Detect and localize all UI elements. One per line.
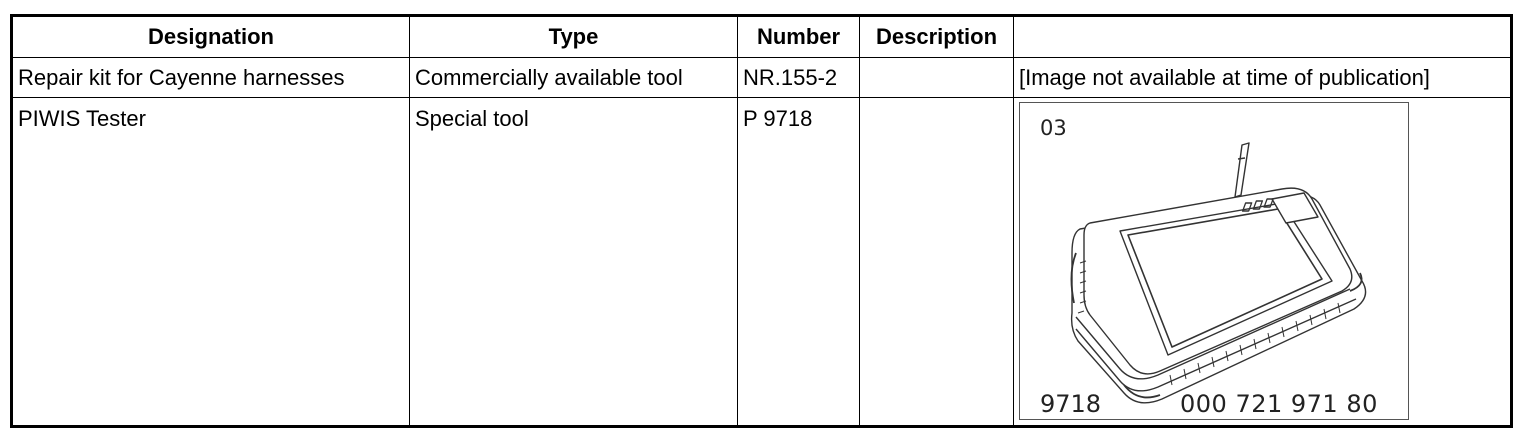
figure-number: 03 (1040, 116, 1067, 140)
table-row: PIWIS Tester Special tool P 9718 03 9718… (11, 97, 1512, 427)
piwis-tester-illustration: 03 9718 000 721 971 80 (1019, 102, 1409, 420)
designation-cell: Repair kit for Cayenne harnesses (11, 57, 410, 98)
piwis-tester-icon (1070, 142, 1367, 404)
header-row: Designation Type Number Description (11, 15, 1512, 58)
number-cell: P 9718 (737, 97, 860, 427)
number-cell: NR.155-2 (737, 57, 860, 98)
special-tools-table: Designation Type Number Description Repa… (10, 14, 1513, 428)
image-unavailable-text: [Image not available at time of publicat… (1013, 57, 1512, 98)
image-cell: 03 9718 000 721 971 80 (1013, 97, 1512, 427)
table-row: Repair kit for Cayenne harnesses Commerc… (11, 57, 1512, 98)
header-description: Description (859, 15, 1014, 58)
tool-number-label: 9718 (1040, 390, 1102, 418)
header-image (1013, 15, 1512, 58)
header-designation: Designation (11, 15, 410, 58)
part-number-label: 000 721 971 80 (1180, 390, 1378, 418)
description-cell (859, 97, 1014, 427)
designation-cell: PIWIS Tester (11, 97, 410, 427)
description-cell (859, 57, 1014, 98)
type-cell: Special tool (409, 97, 738, 427)
header-number: Number (737, 15, 860, 58)
header-type: Type (409, 15, 738, 58)
type-cell: Commercially available tool (409, 57, 738, 98)
